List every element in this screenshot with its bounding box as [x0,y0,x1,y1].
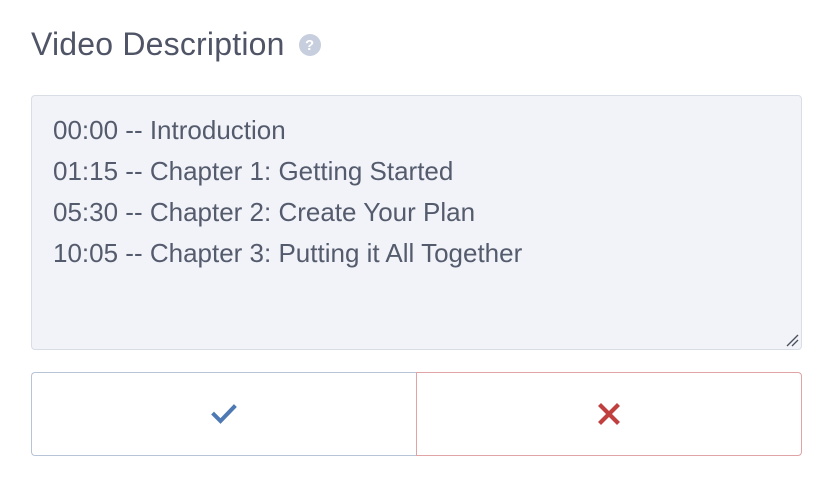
resize-handle-icon[interactable] [783,331,799,347]
description-textarea[interactable]: 00:00 -- Introduction 01:15 -- Chapter 1… [31,95,802,350]
action-buttons [31,372,802,456]
question-circle-icon[interactable]: ? [298,34,321,56]
confirm-button[interactable] [31,372,416,456]
close-icon [598,403,620,425]
cancel-button[interactable] [416,372,802,456]
description-textarea-value[interactable]: 00:00 -- Introduction 01:15 -- Chapter 1… [53,110,781,339]
checkmark-icon [211,404,237,424]
field-label: Video Description [31,25,285,62]
field-header: Video Description ? [31,22,321,66]
